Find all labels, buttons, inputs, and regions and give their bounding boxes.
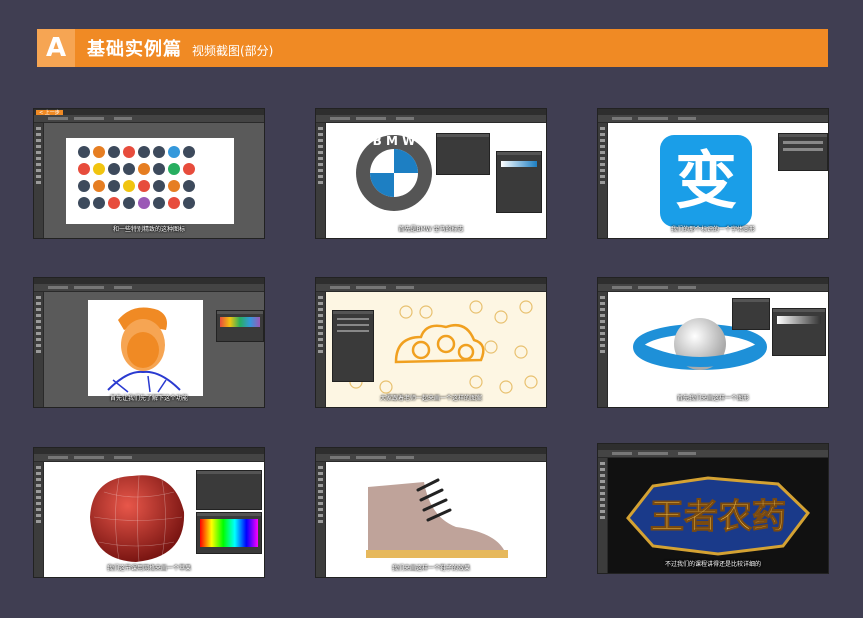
portrait-illustration — [107, 307, 181, 393]
thumbnail-caption: 首先是BMW 宝马的标志 — [398, 226, 464, 233]
color-picker — [196, 512, 262, 554]
options-dialog — [332, 310, 374, 382]
video-thumbnail-game-logo[interactable]: 王者农药 不过我们的课程讲得还是比较详细的 — [597, 443, 829, 574]
section-banner: A 基础实例篇 视频截图(部分) — [37, 29, 828, 67]
artboard — [66, 138, 234, 224]
toolbar — [34, 462, 44, 577]
color-panel — [216, 310, 264, 342]
game-logo: 王者农药 — [626, 476, 810, 556]
video-thumbnail-bmw[interactable]: B M W 首先是BMW 宝马的标志 — [315, 108, 547, 239]
game-logo-text: 王者农药 — [650, 497, 786, 537]
toolbar — [316, 292, 326, 407]
app-icon: 变 — [660, 135, 752, 227]
video-thumbnail-shoe[interactable]: 我们来画这样一个鞋子的效果 — [315, 447, 547, 578]
thumbnail-caption: 我们来画这样一个鞋子的效果 — [391, 565, 470, 572]
logo-character: 变 — [674, 144, 737, 217]
video-thumbnail-pattern[interactable]: 大家跟着老师一起来画一个这样的图案 — [315, 277, 547, 408]
thumbnail-caption: 首先我们来画这样一个图形 — [676, 395, 749, 402]
video-thumbnail-portrait[interactable]: 首先让我们先了解下这个功能 — [33, 277, 265, 408]
video-thumbnail-3d[interactable]: 首先我们来画这样一个图形 — [597, 277, 829, 408]
section-badge: A — [37, 29, 75, 67]
video-thumbnail-logo[interactable]: 变 我们的那个标识的一个字体变形 — [597, 108, 829, 239]
gradient-panel — [496, 151, 542, 213]
panel — [778, 133, 828, 171]
panel — [772, 308, 826, 356]
video-thumbnail-icons[interactable]: < 上一步 和一些特别精致的这种图标 — [33, 108, 265, 239]
artboard — [88, 300, 203, 396]
thumbnail-caption: 和一些特别精致的这种图标 — [112, 226, 185, 233]
thumbnail-caption: 我们的那个标识的一个字体变形 — [670, 226, 755, 233]
thumbnail-caption: 首先让我们先了解下这个功能 — [109, 395, 188, 402]
toolbar — [598, 123, 608, 238]
toolbar — [34, 292, 44, 407]
toolbar — [316, 123, 326, 238]
panel — [732, 298, 770, 330]
toolbar — [598, 458, 608, 573]
panel — [196, 470, 262, 510]
shoe-illustration — [366, 478, 508, 558]
panel — [436, 133, 490, 175]
thumbnail-caption: 大家跟着老师一起来画一个这样的图案 — [379, 395, 482, 402]
section-title: 基础实例篇 — [87, 39, 182, 60]
section-subtitle: 视频截图(部分) — [192, 43, 274, 58]
thumbnail-caption: 我们这节课用网格来画一个苹果 — [106, 565, 191, 572]
video-thumbnail-apple[interactable]: 我们这节课用网格来画一个苹果 — [33, 447, 265, 578]
icon-grid — [78, 146, 195, 209]
thumbnail-caption: 不过我们的课程讲得还是比较详细的 — [664, 561, 761, 568]
bmw-logo-text: B M W — [373, 134, 416, 148]
toolbar — [34, 123, 44, 238]
toolbar — [598, 292, 608, 407]
toolbar — [316, 462, 326, 577]
